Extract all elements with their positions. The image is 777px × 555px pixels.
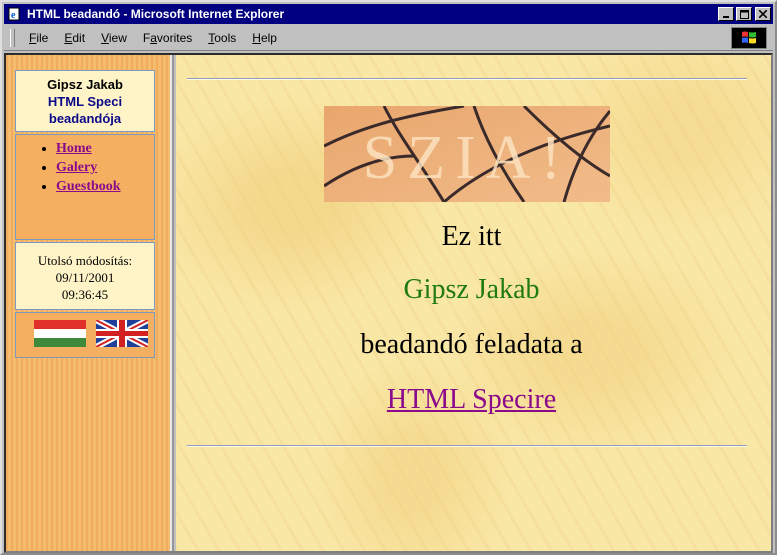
intro-name: Gipsz Jakab (403, 274, 540, 305)
minimize-button[interactable] (718, 7, 734, 21)
browser-window: e HTML beadandó - Microsoft Internet Exp… (0, 0, 777, 555)
site-title-panel: Gipsz Jakab HTML Speci beadandója (15, 70, 155, 132)
nav-panel: Home Galery Guestbook (15, 134, 155, 240)
nav-item-home: Home (56, 139, 154, 158)
menu-file[interactable]: File (21, 28, 56, 48)
language-panel (15, 312, 155, 358)
intro-line-1: Ez itt (441, 221, 502, 252)
uk-flag-icon[interactable] (96, 320, 148, 347)
last-modified-label: Utolsó módosítás: (37, 253, 133, 268)
nav-item-guestbook: Guestbook (56, 177, 154, 196)
menu-tools[interactable]: Tools (200, 28, 244, 48)
title-bar[interactable]: e HTML beadandó - Microsoft Internet Exp… (4, 4, 773, 24)
windows-logo-icon (731, 27, 767, 49)
menu-view[interactable]: View (93, 28, 135, 48)
menu-edit[interactable]: Edit (56, 28, 93, 48)
banner-text: SZIA! (363, 124, 571, 192)
site-title-name: Gipsz Jakab (47, 77, 123, 92)
intro-link-line: HTML Specire (176, 384, 767, 416)
left-frame: Gipsz Jakab HTML Speci beadandója Home G… (6, 55, 174, 551)
menu-help[interactable]: Help (244, 28, 285, 48)
site-title-assignment: beadandója (48, 111, 122, 126)
site-title-course: HTML Speci (47, 94, 123, 109)
html-specire-link[interactable]: HTML Specire (387, 384, 556, 415)
intro-line-3: beadandó feladata a (360, 329, 583, 360)
window-title: HTML beadandó - Microsoft Internet Explo… (27, 7, 285, 21)
hungarian-flag-icon[interactable] (34, 320, 86, 347)
nav-link-home[interactable]: Home (56, 141, 92, 156)
nav-link-galery[interactable]: Galery (56, 160, 97, 175)
last-modified-date: 09/11/2001 (55, 270, 115, 285)
last-modified-panel: Utolsó módosítás: 09/11/2001 09:36:45 (15, 242, 155, 310)
maximize-button[interactable] (736, 7, 752, 21)
menu-favorites[interactable]: Favorites (135, 28, 200, 48)
nav-link-guestbook[interactable]: Guestbook (56, 179, 121, 194)
svg-text:e: e (11, 10, 16, 21)
maximize-icon (739, 9, 749, 19)
menu-bar: File Edit View Favorites Tools Help (4, 26, 773, 51)
close-button[interactable] (755, 7, 771, 21)
toolbar-grip[interactable] (10, 29, 15, 47)
divider-top (187, 78, 747, 80)
nav-list: Home Galery Guestbook (16, 139, 154, 196)
divider-bottom (187, 445, 747, 447)
main-frame: SZIA! Ez itt Gipsz Jakab beadandó felada… (176, 55, 771, 551)
nav-item-galery: Galery (56, 158, 154, 177)
close-icon (759, 10, 767, 18)
last-modified-time: 09:36:45 (61, 287, 109, 302)
ie-page-icon: e (7, 6, 23, 22)
minimize-icon (723, 16, 729, 18)
page-content: Gipsz Jakab HTML Speci beadandója Home G… (4, 53, 773, 553)
szia-banner: SZIA! (324, 106, 610, 202)
